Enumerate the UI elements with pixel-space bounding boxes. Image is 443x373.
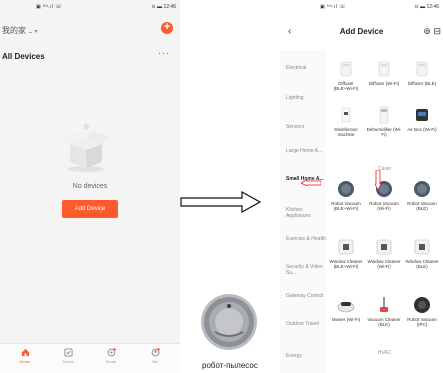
robot-vacuum-icon — [414, 297, 430, 313]
nav-smart[interactable]: Smart — [96, 348, 126, 364]
nav-label: Scene — [62, 359, 74, 364]
device-label: Window Cleaner (BLE+Wi-Fi) — [329, 259, 363, 269]
header-actions[interactable]: ⊚ ⊟ — [423, 26, 441, 37]
device-tile[interactable]: Robot Vacuum (BLE) — [404, 180, 440, 211]
airbox-icon — [416, 109, 428, 121]
device-label: Robot Vacuum (BLE) — [407, 201, 437, 211]
window-cleaner-icon — [376, 239, 392, 255]
scene-icon — [63, 348, 73, 357]
device-tile[interactable]: Diffuser (Wi-Fi) — [366, 60, 402, 86]
section-label: Clean — [377, 166, 392, 172]
red-arrow-icon — [301, 180, 321, 186]
device-tile[interactable]: Robot Vacuum (IPC) — [404, 296, 440, 327]
device-label: Mower (Wi-Fi) — [331, 317, 361, 322]
category-item[interactable]: Gateway Control — [286, 293, 326, 299]
device-label: Diffuser (BLE+Wi-Fi) — [333, 81, 359, 91]
device-tile[interactable]: Diffuser (BLE+Wi-Fi) — [328, 60, 364, 91]
robot-vacuum-photo — [201, 294, 257, 350]
nav-me[interactable]: Me — [140, 348, 170, 364]
device-tile[interactable]: Window Cleaner (BLE+Wi-Fi) — [328, 238, 364, 269]
device-tile[interactable]: Vacuum Cleaner (BLE) — [366, 296, 402, 327]
category-item[interactable]: Sensors — [286, 124, 326, 130]
category-item[interactable]: Electrical — [286, 65, 326, 71]
device-label: Robot Vacuum (BLE+Wi-Fi) — [331, 201, 361, 211]
device-tile[interactable]: Air Box (Wi-Fi) — [404, 106, 440, 132]
page-title: Add Device — [339, 27, 384, 36]
category-item[interactable]: Kitchen Appliances — [286, 207, 326, 219]
device-tile[interactable]: Dehumidifier (Wi-Fi) — [366, 106, 402, 137]
diffuser-icon — [340, 61, 352, 77]
home-icon — [21, 348, 29, 357]
status-left: ▣ ᴴᵈ.ıl ☏ — [320, 4, 347, 10]
nav-scene[interactable]: Scene — [53, 348, 83, 364]
category-item[interactable]: Security & Video Su... — [286, 264, 326, 276]
device-tile[interactable]: Disinfection machine — [328, 106, 364, 137]
device-label: Air Box (Wi-Fi) — [407, 127, 437, 132]
home-screen: ▣ ᴴᵈ.ıl ☏ ⊙ ▬ 12:46 我的家 .. ▾ + All Device… — [0, 0, 180, 373]
device-tile[interactable]: Window Cleaner (Wi-Fi) — [366, 238, 402, 269]
status-right: ⊙ ▬ 12:46 — [414, 4, 439, 10]
category-item[interactable]: Lighting — [286, 95, 326, 101]
device-tile[interactable]: Robot Vacuum (BLE+Wi-Fi) — [328, 180, 364, 211]
category-item[interactable]: Large Home A... — [286, 148, 326, 154]
robot-vacuum-icon — [414, 181, 430, 197]
window-cleaner-icon — [414, 239, 430, 255]
status-bar: ▣ ᴴᵈ.ıl ☏ ⊙ ▬ 12:46 — [280, 0, 443, 14]
window-cleaner-icon — [338, 239, 354, 255]
device-label: Vacuum Cleaner (BLE) — [367, 317, 401, 327]
section-label: HVAC — [377, 350, 392, 356]
category-item[interactable]: Outdoor Travel — [286, 321, 326, 327]
device-tile[interactable]: Mower (Wi-Fi) — [328, 296, 364, 322]
all-devices-title: All Devices — [2, 52, 45, 61]
device-tile[interactable]: Diffuser (BLE) — [404, 60, 440, 86]
add-device-screen: ▣ ᴴᵈ.ıl ☏ ⊙ ▬ 12:46 ‹ Add Device ⊚ ⊟ Ele… — [280, 0, 443, 373]
photo-caption: робот-пылесос — [202, 361, 258, 370]
dehumidifier-icon — [379, 106, 389, 124]
device-label: Dehumidifier (Wi-Fi) — [366, 127, 402, 137]
device-label: Robot Vacuum (IPC) — [407, 317, 437, 327]
chevron-down-icon: ▾ — [34, 29, 38, 35]
me-icon — [151, 348, 160, 357]
status-right: ⊙ ▬ 12:46 — [151, 4, 176, 10]
arrow-right-icon — [180, 190, 262, 214]
home-selector[interactable]: 我的家 .. ▾ — [2, 25, 38, 36]
category-item[interactable]: Energy — [286, 353, 326, 359]
diffuser-icon — [416, 61, 428, 77]
empty-message: No devices — [72, 183, 108, 190]
category-list: Electrical Lighting Sensors Large Home A… — [280, 50, 326, 373]
nav-home[interactable]: Home — [10, 348, 40, 364]
bottom-nav: Home Scene Smart Me — [0, 343, 180, 373]
nav-label: Me — [152, 359, 158, 364]
device-label: Disinfection machine — [334, 127, 358, 137]
robot-vacuum-icon — [338, 181, 354, 197]
nav-label: Home — [19, 359, 31, 364]
add-icon[interactable]: + — [161, 22, 173, 34]
diffuser-icon — [378, 61, 390, 77]
add-device-button[interactable]: Add Device — [62, 200, 118, 218]
red-arrow-icon — [375, 170, 381, 190]
category-item[interactable]: Exercise & Health — [286, 236, 326, 242]
mower-icon — [337, 301, 355, 313]
empty-box-icon — [64, 123, 108, 172]
home-name: 我的家 .. — [2, 26, 33, 35]
vacuum-cleaner-icon — [380, 297, 388, 312]
device-label: Diffuser (Wi-Fi) — [368, 81, 400, 86]
device-tile[interactable]: Robot Vacuum (Wi-Fi) — [366, 180, 402, 211]
disinfection-icon — [341, 107, 351, 123]
device-tile[interactable]: Window Cleaner (BLE) — [404, 238, 440, 269]
device-label: Window Cleaner (Wi-Fi) — [367, 259, 401, 269]
more-icon[interactable]: ··· — [158, 48, 170, 58]
nav-label: Smart — [105, 359, 117, 364]
status-left: ▣ ᴴᵈ.ıl ☏ — [36, 4, 63, 10]
status-bar: ▣ ᴴᵈ.ıl ☏ ⊙ ▬ 12:46 — [0, 0, 180, 14]
device-label: Robot Vacuum (Wi-Fi) — [369, 201, 399, 211]
smart-icon — [107, 348, 116, 357]
device-label: Window Cleaner (BLE) — [405, 259, 439, 269]
device-label: Diffuser (BLE) — [407, 81, 437, 86]
